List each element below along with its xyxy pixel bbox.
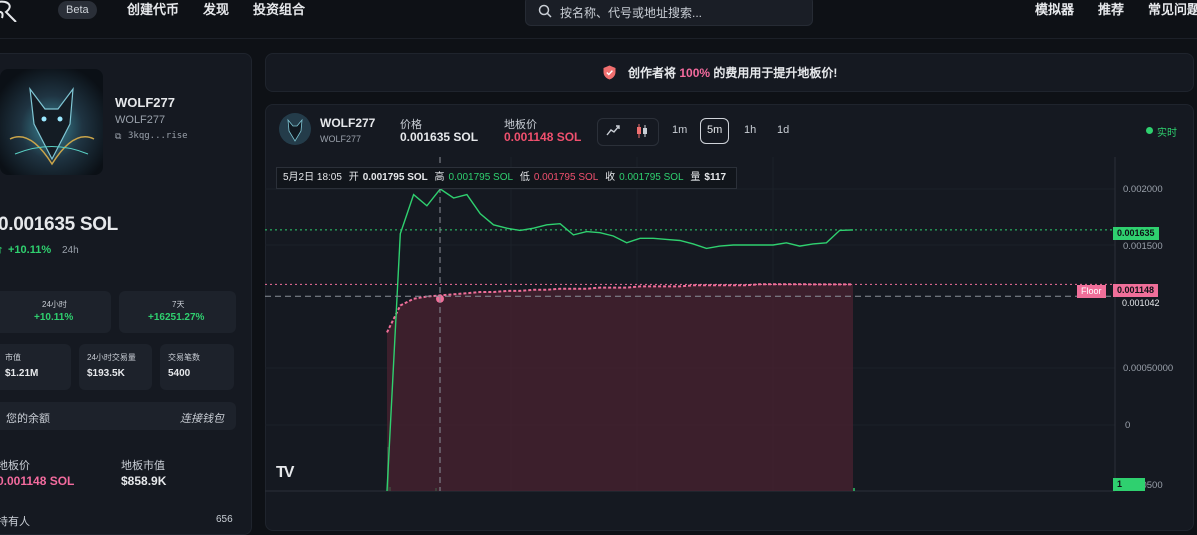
token-name: WOLF277: [115, 95, 175, 110]
chart-token-avatar: [279, 113, 311, 145]
nav-referral[interactable]: 推荐: [1098, 1, 1124, 19]
holders-label: 持有人: [0, 516, 30, 528]
ohlc-low: 0.001795 SOL: [533, 172, 599, 183]
line-chart-icon[interactable]: [606, 125, 620, 137]
token-symbol: WOLF277: [115, 114, 166, 126]
chart-floor-value: 0.001148 SOL: [504, 130, 582, 144]
stat-7d-label: 7天: [172, 300, 185, 309]
stat-card-volume: 24小时交易量 $193.5K: [79, 344, 152, 390]
market-cap-label: 市值: [5, 353, 21, 362]
chart-price-value: 0.001635 SOL: [400, 130, 479, 144]
nav-create-token[interactable]: 创建代币: [127, 1, 179, 19]
ohlc-open-label: 开: [348, 172, 359, 183]
ohlc-tooltip: 5月2日 18:05 开 0.001795 SOL 高 0.001795 SOL 低…: [276, 167, 738, 189]
market-cap-value: $1.21M: [5, 368, 39, 379]
balance-label: 您的余额: [6, 413, 50, 425]
ohlc-open: 0.001795 SOL: [362, 172, 428, 183]
shield-icon: [603, 65, 616, 80]
trades-value: 5400: [168, 368, 191, 379]
timeframe-1d[interactable]: 1d: [771, 118, 795, 142]
price-chart[interactable]: 0.0020000.0015000.0005000000.000500 02 5…: [265, 157, 1192, 495]
ohlc-high: 0.001795 SOL: [448, 172, 514, 183]
stat-card-market-cap: 市值 $1.21M: [0, 344, 71, 390]
y-tick-label: 0.001500: [1123, 241, 1163, 252]
stat-card-trades: 交易笔数 5400: [160, 344, 234, 390]
floor-price-label: 地板价: [0, 460, 30, 472]
ohlc-low-label: 低: [519, 172, 530, 183]
copy-icon[interactable]: ⧉: [115, 131, 121, 142]
floor-tag-value: 0.001148: [1113, 284, 1159, 297]
nav-faq[interactable]: 常见问题: [1148, 1, 1197, 19]
y-tick-label: 0.002000: [1123, 184, 1163, 195]
timeframe-5m[interactable]: 5m: [700, 118, 730, 144]
banner-text: 创作者将 100% 的费用用于提升地板价!: [628, 64, 837, 81]
y-tick-label: 0: [1125, 420, 1130, 431]
floor-mcap-value: $858.9K: [121, 474, 167, 488]
volume-label: 24小时交易量: [87, 353, 136, 362]
logo-icon[interactable]: [0, 0, 24, 23]
floor-mcap-label: 地板市值: [121, 460, 165, 472]
ohlc-volume: $117: [704, 172, 727, 183]
current-price-tag: 0.001635: [1113, 227, 1159, 240]
timeframe-1m[interactable]: 1m: [666, 118, 693, 142]
live-dot-icon: [1146, 127, 1153, 134]
stat-24h-label: 24小时: [42, 300, 67, 309]
floor-area: [387, 284, 853, 491]
y-tick-label: 0.00050000: [1123, 363, 1173, 374]
volume-value: $193.5K: [87, 368, 125, 379]
arrow-up-icon: ↑: [0, 244, 4, 256]
nav-portfolio[interactable]: 投资组合: [253, 1, 305, 19]
banner-suffix: 的费用用于提升地板价!: [713, 66, 838, 80]
stat-24h-value: +10.11%: [34, 312, 74, 323]
trades-label: 交易笔数: [168, 353, 200, 362]
stat-card-24h: 24小时 +10.11%: [0, 291, 111, 333]
ohlc-time: 5月2日 18:05: [283, 172, 342, 183]
ohlc-close-label: 收: [605, 172, 616, 183]
crosshair-value: 0.001042: [1122, 298, 1160, 308]
ohlc-high-label: 高: [434, 172, 445, 183]
balance-row: 您的余额 连接钱包: [0, 402, 236, 430]
token-avatar: [0, 69, 103, 175]
token-price: 0.001635 SOL: [0, 214, 118, 235]
ohlc-volume-label: 量: [690, 172, 701, 183]
chart-token-name: WOLF277: [320, 116, 376, 130]
chart-token-symbol: WOLF277: [320, 134, 362, 144]
fee-banner: 创作者将 100% 的费用用于提升地板价!: [265, 53, 1194, 92]
token-address[interactable]: 3kqg...rise: [128, 131, 188, 141]
chart-series: [386, 188, 854, 492]
search-icon: [538, 4, 552, 18]
candlestick-icon[interactable]: [635, 123, 649, 139]
banner-prefix: 创作者将: [628, 66, 677, 80]
holders-value: 656: [216, 514, 233, 525]
beta-badge: Beta: [58, 1, 97, 19]
search-input[interactable]: 按名称、代号或地址搜索...: [525, 0, 813, 26]
floor-tag-label: Floor: [1077, 285, 1106, 298]
stat-7d-value: +16251.27%: [148, 312, 205, 323]
stat-card-7d: 7天 +16251.27%: [119, 291, 236, 333]
timeframe-1h[interactable]: 1h: [738, 118, 762, 142]
nav-discover[interactable]: 发现: [203, 1, 229, 19]
volume-bar: [853, 488, 855, 491]
banner-highlight: 100%: [679, 66, 711, 80]
search-placeholder: 按名称、代号或地址搜索...: [560, 6, 703, 20]
tradingview-logo-icon[interactable]: TV: [276, 464, 295, 482]
ohlc-close: 0.001795 SOL: [619, 172, 684, 183]
volume-tag: 1: [1113, 478, 1145, 491]
nav-simulator[interactable]: 模拟器: [1035, 1, 1074, 19]
floor-price-value: 0.001148 SOL: [0, 474, 75, 488]
price-change: +10.11%: [8, 244, 52, 256]
connect-wallet-link[interactable]: 连接钱包: [180, 410, 224, 426]
price-change-period: 24h: [62, 245, 79, 256]
live-indicator: 实时: [1157, 128, 1177, 139]
